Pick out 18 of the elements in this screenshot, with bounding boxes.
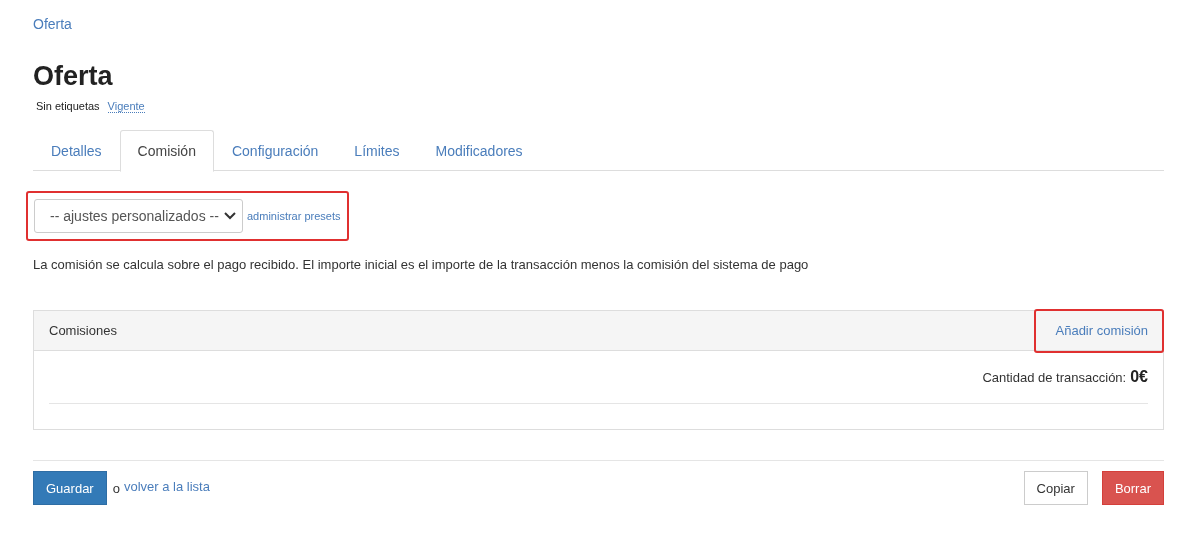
total-value: 0€ [1130,368,1148,386]
breadcrumb-link[interactable]: Oferta [33,16,72,32]
description-text: La comisión se calcula sobre el pago recibido. El importe inicial es el importe de la transacción menos la comisión del sistema de pago [33,257,810,272]
page-title: Oferta [33,61,114,92]
add-commission-link[interactable]: Añadir comisión [1033,308,1164,353]
delete-button[interactable]: Borrar [1101,471,1164,505]
panel-title: Comisiones [49,323,117,338]
or-text: o [112,480,120,496]
tab[interactable]: Comisión [119,130,214,172]
manage-presets-link[interactable]: administrar presets [247,210,341,222]
preset-select[interactable]: -- ajustes personalizados -- [34,199,243,233]
tags-label: Sin etiquetas [36,100,100,112]
status-link[interactable]: Vigente [107,100,145,113]
save-button[interactable]: Guardar [33,471,107,505]
back-to-list-link[interactable]: volver a la lista [123,478,210,494]
copy-button[interactable]: Copiar [1023,471,1088,505]
total-label: Cantidad de transacción: [982,370,1127,385]
chevron-down-icon [224,212,236,220]
